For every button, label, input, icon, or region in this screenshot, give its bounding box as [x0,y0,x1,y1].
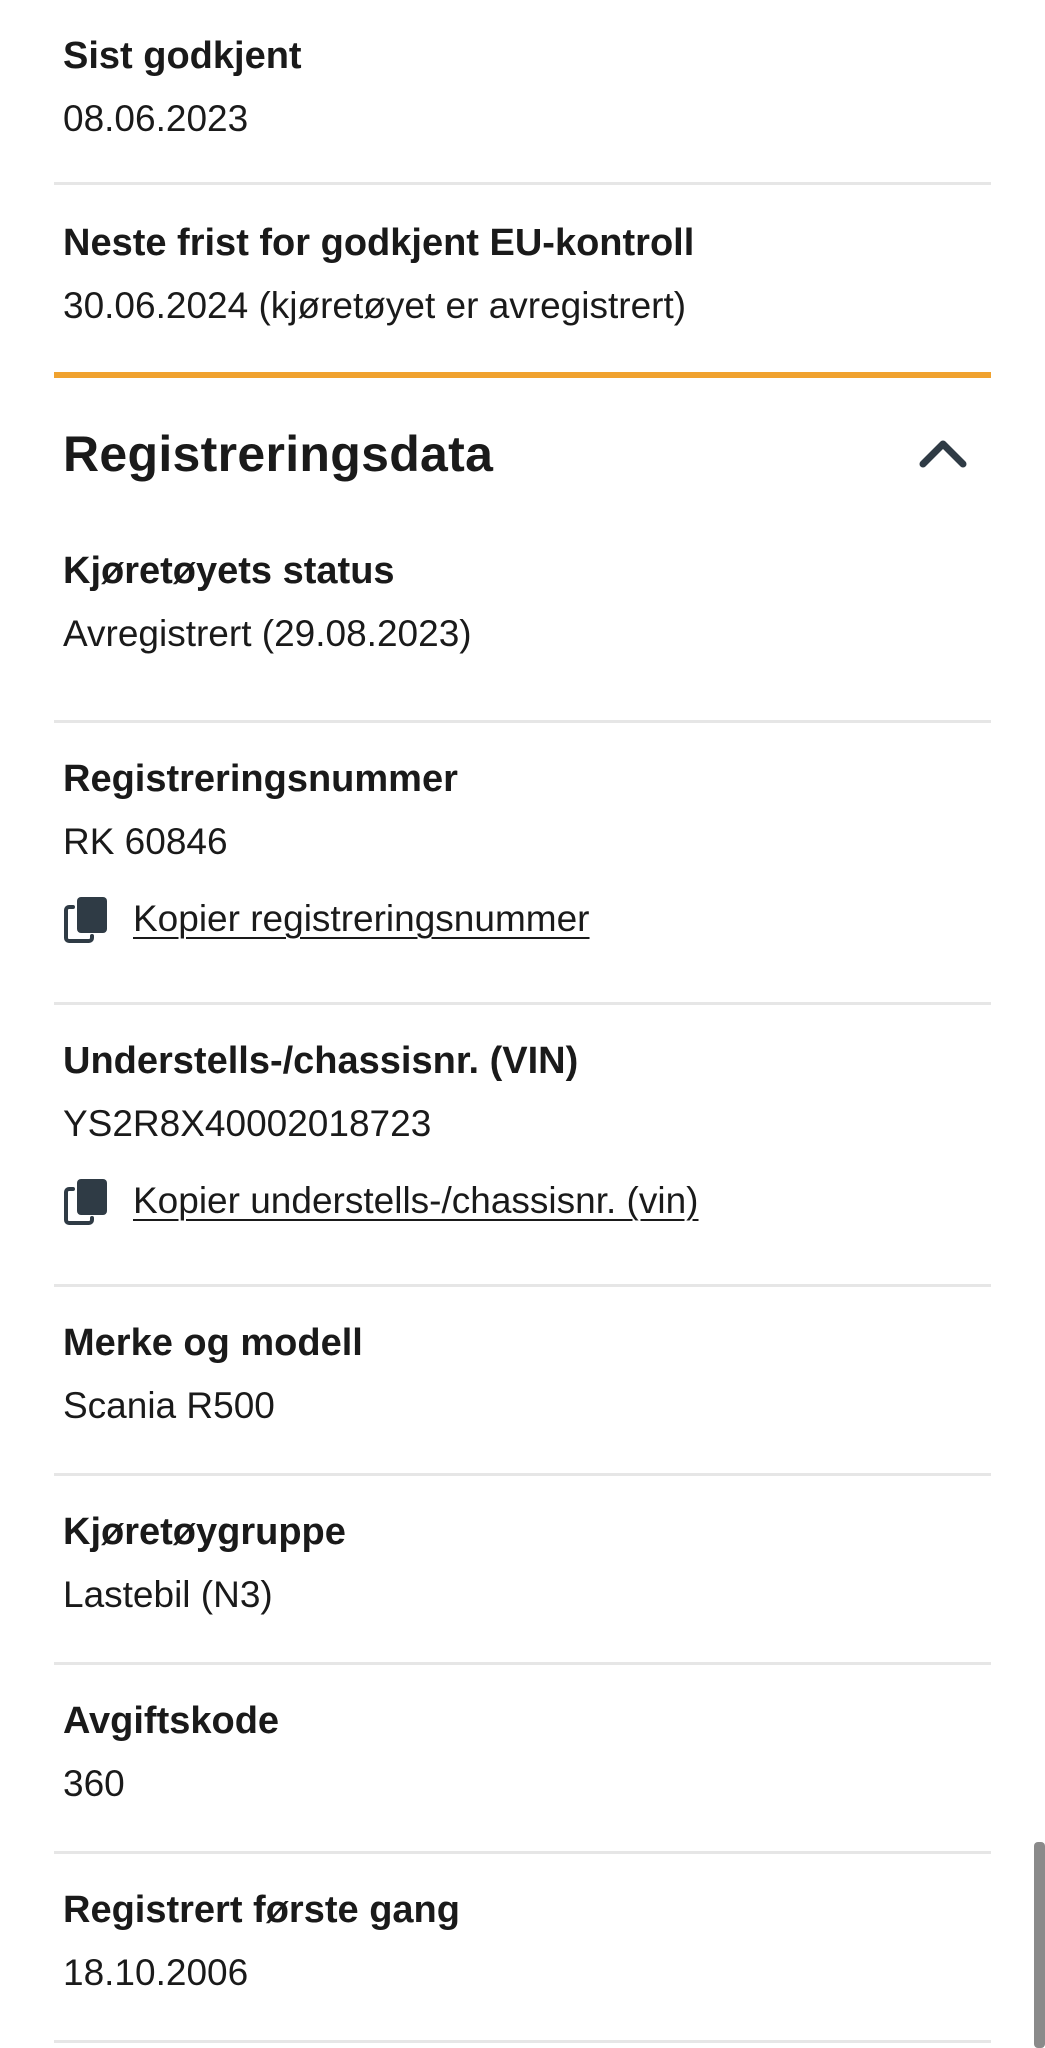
field-label: Registreringsnummer [63,758,458,800]
scrollbar[interactable] [1034,1842,1045,2048]
field-value: 360 [63,1763,125,1804]
field-vehicle-group: Kjøretøygruppe Lastebil (N3) [54,1476,991,1665]
field-next-eu-control-deadline: Neste frist for godkjent EU-kontroll 30.… [54,185,991,372]
field-last-approved: Sist godkjent 08.06.2023 [54,0,991,185]
copy-icon [64,1179,107,1225]
copy-link-label: Kopier registreringsnummer [133,898,590,939]
section-header-registreringsdata[interactable]: Registreringsdata [54,378,991,548]
field-label: Kjøretøyets status [63,550,395,592]
field-label: Neste frist for godkjent EU-kontroll [63,222,695,264]
field-vehicle-status: Kjøretøyets status Avregistrert (29.08.2… [54,548,991,723]
field-value: RK 60846 [63,821,228,862]
field-label: Kjøretøygruppe [63,1511,346,1553]
copy-vin-link[interactable]: Kopier understells-/chassisnr. (vin) [63,1177,991,1225]
vehicle-details-page: Sist godkjent 08.06.2023 Neste frist for… [54,0,991,2043]
copy-icon [64,897,107,943]
chevron-up-icon[interactable] [915,428,971,476]
field-label: Merke og modell [63,1322,363,1364]
field-value: 30.06.2024 (kjøretøyet er avregistrert) [63,285,687,326]
field-value: Avregistrert (29.08.2023) [63,613,472,654]
field-value: 18.10.2006 [63,1952,249,1993]
field-value: Lastebil (N3) [63,1574,273,1615]
field-value: Scania R500 [63,1385,275,1426]
field-make-model: Merke og modell Scania R500 [54,1287,991,1476]
field-vin: Understells-/chassisnr. (VIN) YS2R8X4000… [54,1005,991,1287]
field-registration-number: Registreringsnummer RK 60846 Kopier regi… [54,723,991,1005]
field-label: Registrert første gang [63,1889,460,1931]
field-label: Understells-/chassisnr. (VIN) [63,1040,579,1082]
field-value: 08.06.2023 [63,98,249,139]
copy-link-label: Kopier understells-/chassisnr. (vin) [133,1180,699,1221]
field-value: YS2R8X40002018723 [63,1103,432,1144]
copy-registration-number-link[interactable]: Kopier registreringsnummer [63,895,991,943]
field-first-registered: Registrert første gang 18.10.2006 [54,1854,991,2043]
field-label: Sist godkjent [63,35,302,77]
field-label: Avgiftskode [63,1700,280,1742]
section-title: Registreringsdata [63,426,494,482]
field-tax-code: Avgiftskode 360 [54,1665,991,1854]
